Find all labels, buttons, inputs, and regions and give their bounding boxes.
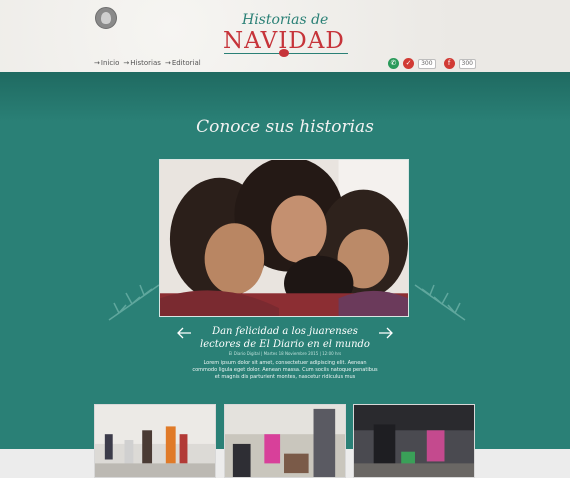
twitter-count: 300 — [418, 58, 436, 69]
slide-headline[interactable]: Dan felicidad a los juarenses lectores d… — [195, 325, 375, 351]
slider-next-arrow-icon[interactable] — [378, 326, 394, 340]
story-thumbnail[interactable] — [94, 404, 216, 478]
page-title: Conoce sus historias — [196, 117, 374, 137]
slide-body-text: Lorem ipsum dolor sit amet, consectetuer… — [192, 360, 378, 380]
story-thumbnail[interactable] — [224, 404, 346, 478]
social-share-bar: ✆ ✓ 300 f 300 — [388, 58, 476, 69]
story-thumbnail[interactable] — [353, 404, 475, 478]
pine-branch-left-decoration — [108, 284, 160, 321]
site-header: Historias de NAVIDAD → Inicio → Historia… — [0, 0, 570, 72]
nav-arrow-icon: → — [164, 59, 171, 67]
diario-seal-logo[interactable] — [95, 7, 117, 29]
facebook-icon[interactable]: f — [443, 58, 455, 69]
nav-item-historias[interactable]: → Historias — [123, 59, 161, 67]
site-logo[interactable]: Historias de NAVIDAD — [220, 12, 352, 58]
nav-label: Historias — [130, 59, 161, 67]
logo-script-text: Historias de — [242, 12, 329, 28]
nav-label: Inicio — [100, 59, 120, 67]
logo-bow-icon — [279, 49, 289, 57]
twitter-icon[interactable]: ✓ — [403, 58, 415, 69]
breadcrumb-nav: → Inicio → Historias → Editorial — [94, 59, 201, 67]
slider-photo[interactable] — [159, 159, 409, 317]
story-thumbnail-image — [95, 405, 215, 477]
story-thumbnail-image — [354, 405, 474, 477]
nav-label: Editorial — [171, 59, 201, 67]
nav-item-inicio[interactable]: → Inicio — [94, 59, 119, 67]
facebook-count: 300 — [458, 58, 476, 69]
pine-branch-right-decoration — [414, 284, 466, 321]
story-thumbnail-image — [225, 405, 345, 477]
nav-arrow-icon: → — [94, 59, 100, 67]
slide-meta: El Diario Digital | Martes 18 Noviembre … — [228, 351, 342, 356]
nav-arrow-icon: → — [123, 59, 130, 67]
children-photo — [160, 160, 408, 316]
slider-prev-arrow-icon[interactable] — [176, 326, 192, 340]
nav-item-editorial[interactable]: → Editorial — [165, 59, 201, 67]
whatsapp-icon[interactable]: ✆ — [388, 58, 400, 69]
pine-branches-decoration — [0, 72, 570, 122]
